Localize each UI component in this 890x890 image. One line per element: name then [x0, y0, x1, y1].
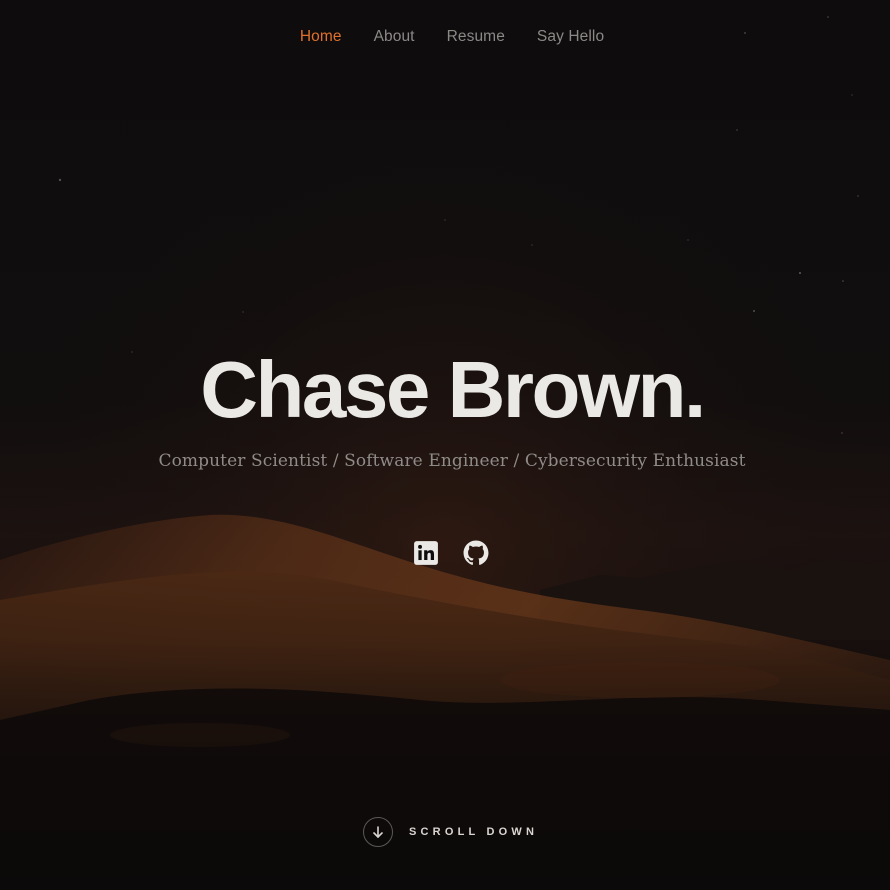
scroll-down-label: SCROLL DOWN — [409, 826, 539, 838]
github-link[interactable] — [463, 540, 489, 566]
github-icon — [463, 540, 489, 565]
nav-item-resume: Resume — [447, 28, 505, 46]
scroll-down-circle — [363, 817, 393, 847]
scroll-down-link[interactable]: SCROLL DOWN — [363, 817, 538, 847]
nav-link-home[interactable]: Home — [300, 28, 342, 45]
nav-item-say-hello: Say Hello — [537, 28, 604, 46]
hero-subtitle: Computer Scientist / Software Engineer /… — [158, 451, 746, 471]
linkedin-icon — [414, 541, 438, 565]
arrow-down-icon — [373, 826, 383, 838]
nav-link-say-hello[interactable]: Say Hello — [537, 28, 604, 45]
linkedin-link[interactable] — [413, 540, 439, 566]
nav-item-about: About — [374, 28, 415, 46]
nav-list: Home About Resume Say Hello — [300, 28, 604, 46]
hero-section: Home About Resume Say Hello Chase Brown.… — [0, 0, 890, 890]
main-nav: Home About Resume Say Hello — [0, 0, 890, 76]
nav-link-resume[interactable]: Resume — [447, 28, 505, 45]
social-links — [0, 540, 890, 566]
hero-title: Chase Brown. — [200, 345, 706, 434]
nav-item-home: Home — [300, 28, 342, 46]
nav-link-about[interactable]: About — [374, 28, 415, 45]
hero-content: Chase Brown. Computer Scientist / Softwa… — [0, 340, 890, 471]
